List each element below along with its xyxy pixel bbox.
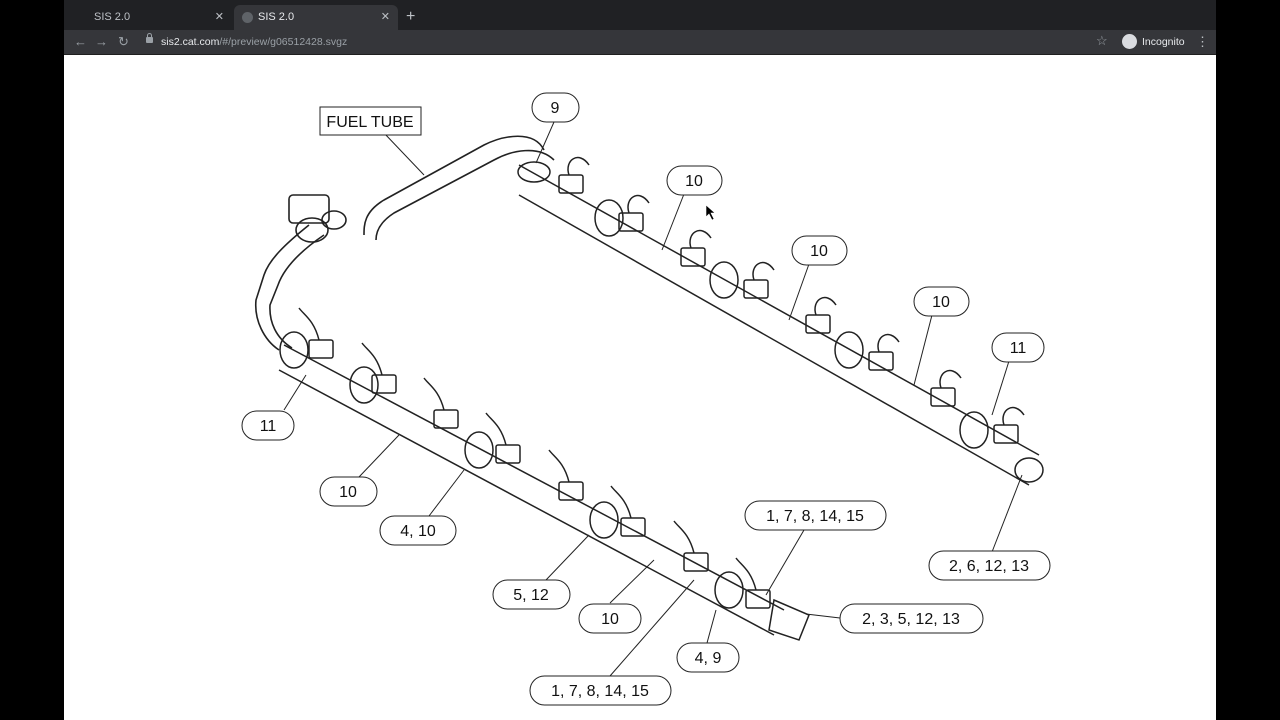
svg-text:10: 10 — [601, 611, 619, 628]
callout-1-7-8-14-15-bottom[interactable]: 1, 7, 8, 14, 15 — [529, 675, 672, 706]
svg-text:4, 9: 4, 9 — [695, 650, 722, 667]
svg-text:FUEL TUBE: FUEL TUBE — [326, 114, 413, 131]
incognito-icon — [1122, 34, 1137, 49]
tab-favicon-icon — [242, 12, 253, 23]
new-tab-icon[interactable]: + — [406, 6, 415, 28]
bookmark-star-icon[interactable]: ☆ — [1096, 31, 1108, 51]
fuel-manifold-diagram: FUEL TUBE 9 10 10 10 11 2, 6, 12, 13 11 … — [241, 92, 1051, 706]
callout-4-9[interactable]: 4, 9 — [676, 642, 740, 673]
fuel-tube-drawing — [254, 135, 555, 351]
callout-10-top-2[interactable]: 10 — [791, 235, 848, 266]
svg-text:9: 9 — [551, 100, 560, 117]
tab-title: SIS 2.0 — [258, 11, 295, 23]
callout-10-left[interactable]: 10 — [319, 476, 378, 507]
lock-icon — [146, 33, 153, 43]
tab-strip: SIS 2.0 ✕ SIS 2.0 ✕ + — [64, 0, 1216, 30]
svg-text:2, 3, 5, 12, 13: 2, 3, 5, 12, 13 — [862, 611, 960, 628]
svg-text:1, 7, 8, 14, 15: 1, 7, 8, 14, 15 — [766, 508, 864, 525]
svg-text:5, 12: 5, 12 — [513, 587, 549, 604]
svg-text:10: 10 — [932, 294, 950, 311]
browser-toolbar: ← → ↻ sis2.cat.com/#/preview/g06512428.s… — [64, 30, 1216, 55]
address-bar[interactable]: sis2.cat.com/#/preview/g06512428.svgz — [140, 32, 1114, 52]
upper-fuel-rail-drawing — [517, 156, 1044, 486]
browser-window: SIS 2.0 ✕ SIS 2.0 ✕ + ← → ↻ sis2.cat.com… — [64, 0, 1216, 720]
svg-text:2, 6, 12, 13: 2, 6, 12, 13 — [949, 558, 1029, 575]
svg-text:10: 10 — [810, 243, 828, 260]
callout-2-3-5-12-13[interactable]: 2, 3, 5, 12, 13 — [839, 603, 984, 634]
callout-5-12[interactable]: 5, 12 — [492, 579, 571, 610]
callout-9[interactable]: 9 — [531, 92, 580, 123]
more-menu-icon[interactable]: ⋮ — [1196, 32, 1209, 52]
tab-title: SIS 2.0 — [94, 11, 131, 23]
svg-text:4, 10: 4, 10 — [400, 523, 436, 540]
callout-11-left[interactable]: 11 — [241, 410, 295, 441]
callout-2-6-12-13[interactable]: 2, 6, 12, 13 — [928, 550, 1051, 581]
callout-10-top-3[interactable]: 10 — [913, 286, 970, 317]
back-arrow-icon[interactable]: ← — [74, 32, 87, 52]
callout-1-7-8-14-15-top[interactable]: 1, 7, 8, 14, 15 — [744, 500, 887, 531]
callout-4-10[interactable]: 4, 10 — [379, 515, 457, 546]
svg-text:10: 10 — [685, 173, 703, 190]
svg-text:10: 10 — [339, 484, 357, 501]
url-text: sis2.cat.com/#/preview/g06512428.svgz — [161, 36, 348, 48]
reload-icon[interactable]: ↻ — [118, 32, 129, 52]
svg-text:1, 7, 8, 14, 15: 1, 7, 8, 14, 15 — [551, 683, 649, 700]
leader-lines — [283, 121, 1023, 677]
incognito-label: Incognito — [1142, 36, 1185, 48]
callout-10-bottom[interactable]: 10 — [578, 603, 642, 634]
mouse-cursor-icon — [705, 204, 716, 221]
svg-text:11: 11 — [1010, 340, 1027, 357]
forward-arrow-icon[interactable]: → — [95, 32, 108, 52]
callout-10-top-1[interactable]: 10 — [666, 165, 723, 196]
close-tab-icon[interactable]: ✕ — [215, 5, 224, 30]
fuel-tube-label: FUEL TUBE — [319, 106, 422, 136]
callout-11-top[interactable]: 11 — [991, 332, 1045, 363]
tab-sis-2[interactable]: SIS 2.0 ✕ — [234, 5, 398, 30]
svg-text:11: 11 — [260, 418, 277, 435]
close-tab-icon[interactable]: ✕ — [381, 5, 390, 30]
tab-sis-1[interactable]: SIS 2.0 ✕ — [64, 5, 232, 30]
